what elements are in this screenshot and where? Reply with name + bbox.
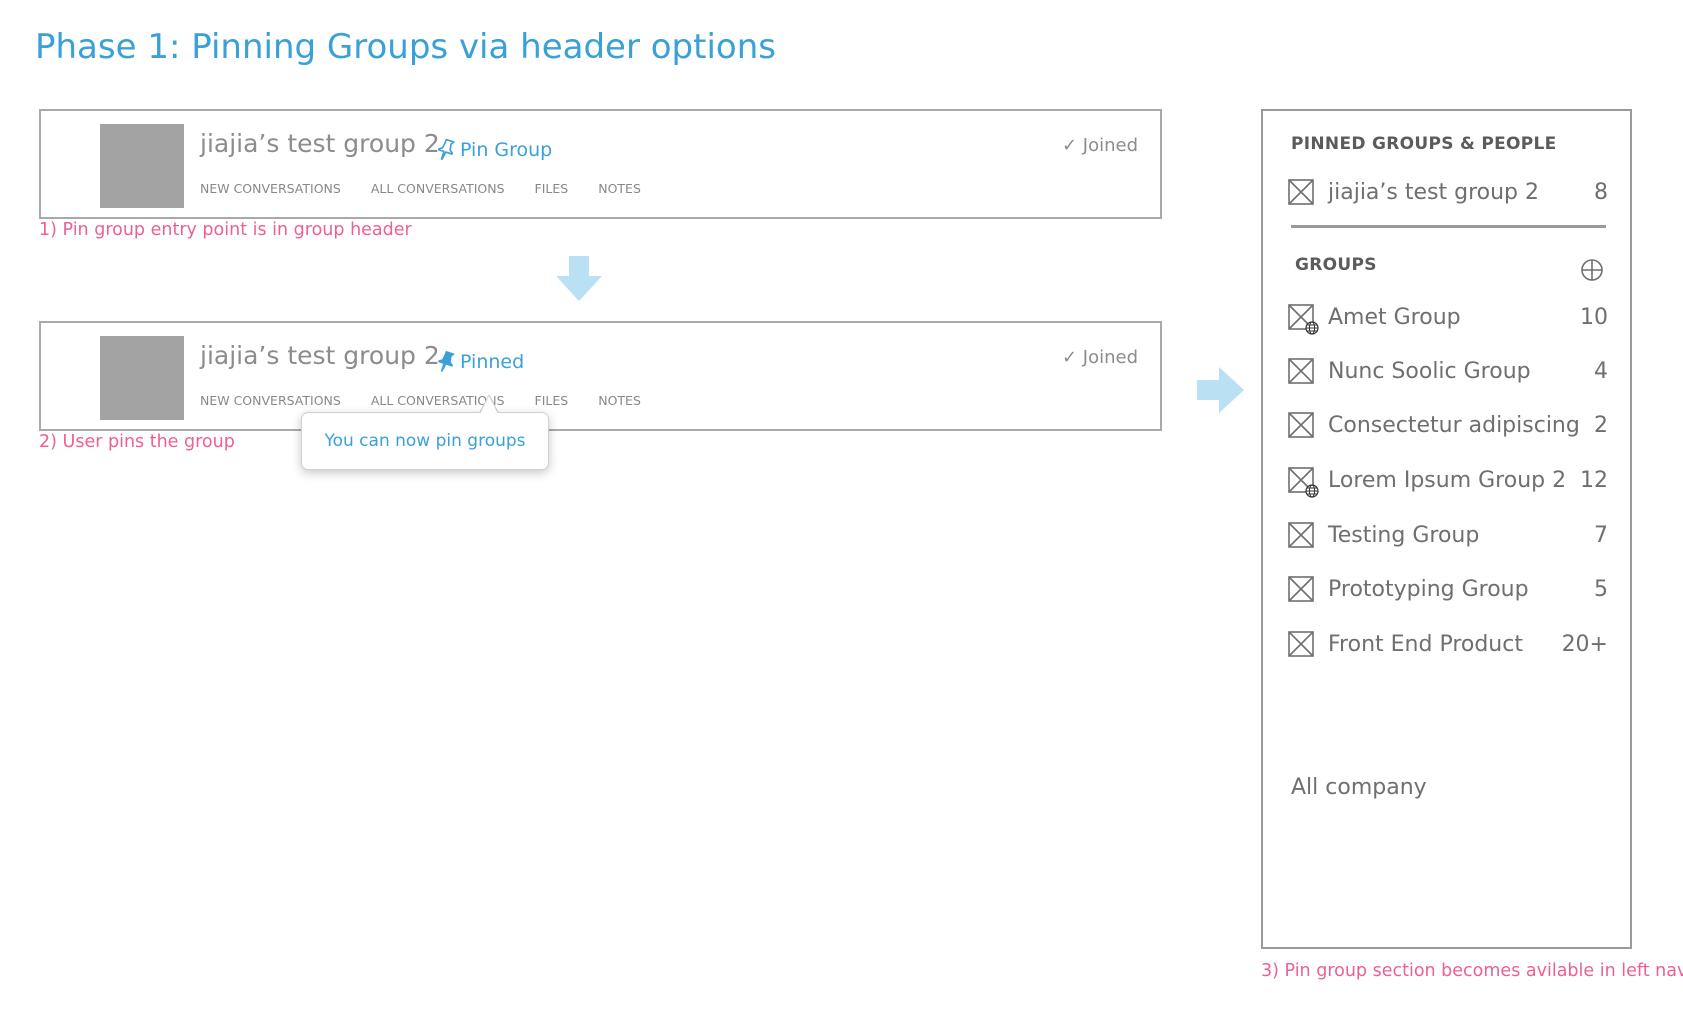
add-group-icon[interactable] (1580, 258, 1604, 282)
group-tabs: NEW CONVERSATIONS ALL CONVERSATIONS FILE… (200, 393, 641, 408)
pin-group-button[interactable]: Pin Group (436, 138, 552, 162)
annotation-step-1: 1) Pin group entry point is in group hea… (39, 220, 412, 240)
group-item[interactable]: Lorem Ipsum Group 2 12 (1288, 463, 1608, 498)
check-icon: ✓ (1061, 347, 1078, 368)
group-header-before: jiajia’s test group 2 Pin Group ✓ Joined… (39, 109, 1162, 219)
group-item-count: 12 (1580, 467, 1608, 493)
group-image-placeholder-icon (1288, 412, 1314, 438)
globe-icon (1305, 484, 1319, 498)
group-image-placeholder-icon (1288, 304, 1319, 335)
tooltip-text: You can now pin groups (324, 431, 526, 451)
group-item-label: Lorem Ipsum Group 2 (1328, 467, 1567, 493)
group-image-placeholder-icon (1288, 631, 1314, 657)
group-item[interactable]: Testing Group 7 (1288, 518, 1608, 552)
tab-all-conversations[interactable]: ALL CONVERSATIONS (371, 181, 505, 196)
pin-group-label: Pin Group (460, 139, 553, 161)
section-divider (1291, 225, 1606, 228)
tab-new-conversations[interactable]: NEW CONVERSATIONS (200, 181, 341, 196)
group-item-count: 5 (1594, 576, 1608, 602)
group-item-label: Nunc Soolic Group (1328, 358, 1531, 384)
tooltip-pointer-inner (480, 396, 498, 414)
group-image-placeholder-icon (1288, 358, 1314, 384)
annotation-step-3: 3) Pin group section becomes avilable in… (1261, 961, 1683, 981)
group-item[interactable]: Nunc Soolic Group 4 (1288, 354, 1608, 388)
group-avatar (100, 124, 184, 208)
right-arrow-icon (1197, 367, 1244, 413)
group-name: jiajia’s test group 2 (200, 129, 440, 158)
group-image-placeholder-icon (1288, 179, 1314, 205)
group-avatar (100, 336, 184, 420)
tab-files[interactable]: FILES (535, 393, 569, 408)
tab-new-conversations[interactable]: NEW CONVERSATIONS (200, 393, 341, 408)
annotation-step-2: 2) User pins the group (39, 432, 235, 452)
group-item[interactable]: Amet Group 10 (1288, 300, 1608, 335)
pinned-label: Pinned (460, 351, 525, 373)
group-item-label: Prototyping Group (1328, 576, 1529, 602)
pinned-item-label: jiajia’s test group 2 (1328, 179, 1539, 205)
group-item-label: Consectetur adipiscing (1328, 412, 1580, 438)
joined-status[interactable]: ✓ Joined (1062, 347, 1138, 368)
group-item-count: 4 (1594, 358, 1608, 384)
pinned-item-count: 8 (1594, 179, 1608, 205)
group-name: jiajia’s test group 2 (200, 341, 440, 370)
group-image-placeholder-icon (1288, 522, 1314, 548)
group-image-placeholder-icon (1288, 576, 1314, 602)
pinned-item-jiajia-test-group-2[interactable]: jiajia’s test group 2 8 (1288, 175, 1608, 209)
joined-status[interactable]: ✓ Joined (1062, 135, 1138, 156)
group-item-count: 2 (1594, 412, 1608, 438)
joined-label: Joined (1082, 135, 1138, 156)
pinned-section-title: PINNED GROUPS & PEOPLE (1291, 134, 1557, 154)
group-item[interactable]: Prototyping Group 5 (1288, 572, 1608, 606)
pin-filled-icon (438, 350, 455, 372)
group-item-label: Amet Group (1328, 304, 1461, 330)
all-company-label: All company (1291, 774, 1427, 800)
tab-notes[interactable]: NOTES (598, 393, 641, 408)
globe-icon (1305, 321, 1319, 335)
down-arrow-icon (556, 256, 602, 301)
tab-files[interactable]: FILES (535, 181, 569, 196)
page-title: Phase 1: Pinning Groups via header optio… (35, 27, 776, 67)
group-item-count: 7 (1594, 522, 1608, 548)
groups-section-title: GROUPS (1295, 255, 1377, 275)
all-company-link[interactable]: All company (1291, 770, 1611, 804)
group-item-label: Front End Product (1328, 631, 1523, 657)
pin-tooltip: You can now pin groups (301, 412, 549, 470)
pin-outline-icon (437, 138, 455, 161)
check-icon: ✓ (1061, 135, 1078, 156)
group-item[interactable]: Consectetur adipiscing 2 (1288, 408, 1608, 442)
group-item-count: 20+ (1561, 631, 1608, 657)
pinned-button[interactable]: Pinned (436, 350, 524, 374)
tab-notes[interactable]: NOTES (598, 181, 641, 196)
group-item-label: Testing Group (1328, 522, 1480, 548)
joined-label: Joined (1082, 347, 1138, 368)
left-nav-panel: PINNED GROUPS & PEOPLE jiajia’s test gro… (1261, 109, 1632, 949)
group-tabs: NEW CONVERSATIONS ALL CONVERSATIONS FILE… (200, 181, 641, 196)
group-item-count: 10 (1580, 304, 1608, 330)
group-image-placeholder-icon (1288, 467, 1319, 498)
group-header-after: jiajia’s test group 2 Pinned ✓ Joined NE… (39, 321, 1162, 431)
group-item[interactable]: Front End Product 20+ (1288, 627, 1608, 661)
